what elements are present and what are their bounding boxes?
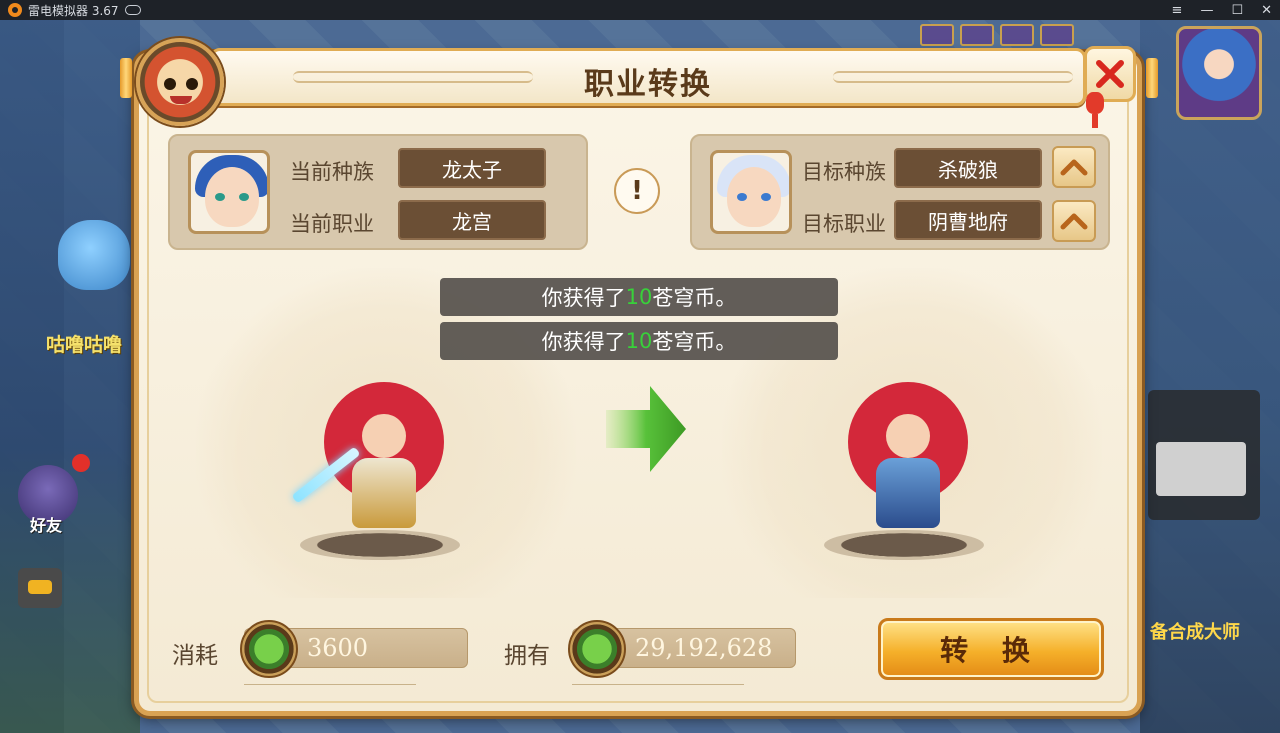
target-race-label: 目标种族 [802, 160, 886, 184]
current-pedestal [300, 530, 460, 560]
chevron-up-icon [1060, 213, 1088, 230]
maximize-button[interactable]: ☐ [1231, 3, 1243, 18]
reward-toast: 你获得了 10 苍穹币。 [440, 278, 838, 316]
minimize-button[interactable]: — [1200, 3, 1213, 18]
player-avatar[interactable] [1176, 26, 1262, 120]
emulator-title: 雷电模拟器 3.67 [28, 3, 119, 18]
npc-sprite[interactable] [58, 220, 130, 290]
toast-prefix: 你获得了 [541, 330, 626, 354]
right-arrow-icon [606, 386, 686, 472]
npc-name: 咕噜咕噜 [46, 334, 123, 356]
cost-underline [244, 684, 416, 685]
target-class-select-button[interactable] [1052, 200, 1096, 242]
target-class-panel: 目标种族 杀破狼 目标职业 阴曹地府 [690, 134, 1110, 250]
lantern-decoration [1086, 92, 1104, 128]
chat-icon[interactable] [18, 568, 62, 608]
cangqiong-coin-icon [240, 620, 298, 678]
target-pedestal [824, 530, 984, 560]
side-hint-text: 备合成大师 [1150, 622, 1240, 643]
target-race-select-button[interactable] [1052, 146, 1096, 188]
window-controls: ≡ — ☐ ✕ [1172, 0, 1272, 20]
target-portrait [710, 150, 792, 234]
toast-suffix: 苍穹币。 [652, 286, 737, 310]
current-race-label: 当前种族 [290, 160, 374, 184]
title-rod-left [120, 58, 132, 98]
reward-toast: 你获得了 10 苍穹币。 [440, 322, 838, 360]
current-class-panel: 当前种族 龙太子 当前职业 龙宫 [168, 134, 588, 250]
current-class-label: 当前职业 [290, 212, 374, 236]
toast-suffix: 苍穹币。 [652, 330, 737, 354]
cost-label: 消耗 [172, 643, 218, 669]
monkey-emblem-icon [136, 38, 224, 126]
side-panel [1148, 390, 1260, 520]
emulator-logo-icon [8, 3, 22, 17]
close-icon [1096, 60, 1124, 88]
chevron-up-icon [1060, 159, 1088, 176]
current-race-value: 龙太子 [398, 148, 546, 188]
current-class-value: 龙宫 [398, 200, 546, 240]
toast-amount: 10 [625, 285, 653, 309]
notification-dot [72, 454, 90, 472]
friend-label: 好友 [30, 516, 63, 535]
toast-prefix: 你获得了 [541, 286, 626, 310]
title-rod-right [1146, 58, 1158, 98]
cangqiong-coin-icon [568, 620, 626, 678]
menu-button[interactable]: ≡ [1172, 3, 1183, 18]
current-portrait [188, 150, 270, 234]
info-exclamation-icon[interactable]: ! [614, 168, 660, 214]
current-character-sprite [314, 382, 454, 532]
background-left [0, 20, 140, 733]
gamepad-icon[interactable] [124, 5, 141, 15]
target-class-label: 目标职业 [802, 212, 886, 236]
target-character-sprite [838, 382, 978, 532]
own-underline [572, 684, 744, 685]
target-class-value: 阴曹地府 [894, 200, 1042, 240]
dialog-title: 职业转换 [584, 67, 712, 102]
close-window-button[interactable]: ✕ [1261, 3, 1272, 18]
toast-amount: 10 [625, 329, 653, 353]
emulator-title-bar: 雷电模拟器 3.67 ≡ — ☐ ✕ [0, 0, 1280, 20]
convert-button[interactable]: 转 换 [878, 618, 1104, 680]
dialog-title-bar: 职业转换 [210, 48, 1086, 106]
own-label: 拥有 [504, 643, 550, 669]
top-status-icons [920, 24, 1170, 48]
target-race-value: 杀破狼 [894, 148, 1042, 188]
